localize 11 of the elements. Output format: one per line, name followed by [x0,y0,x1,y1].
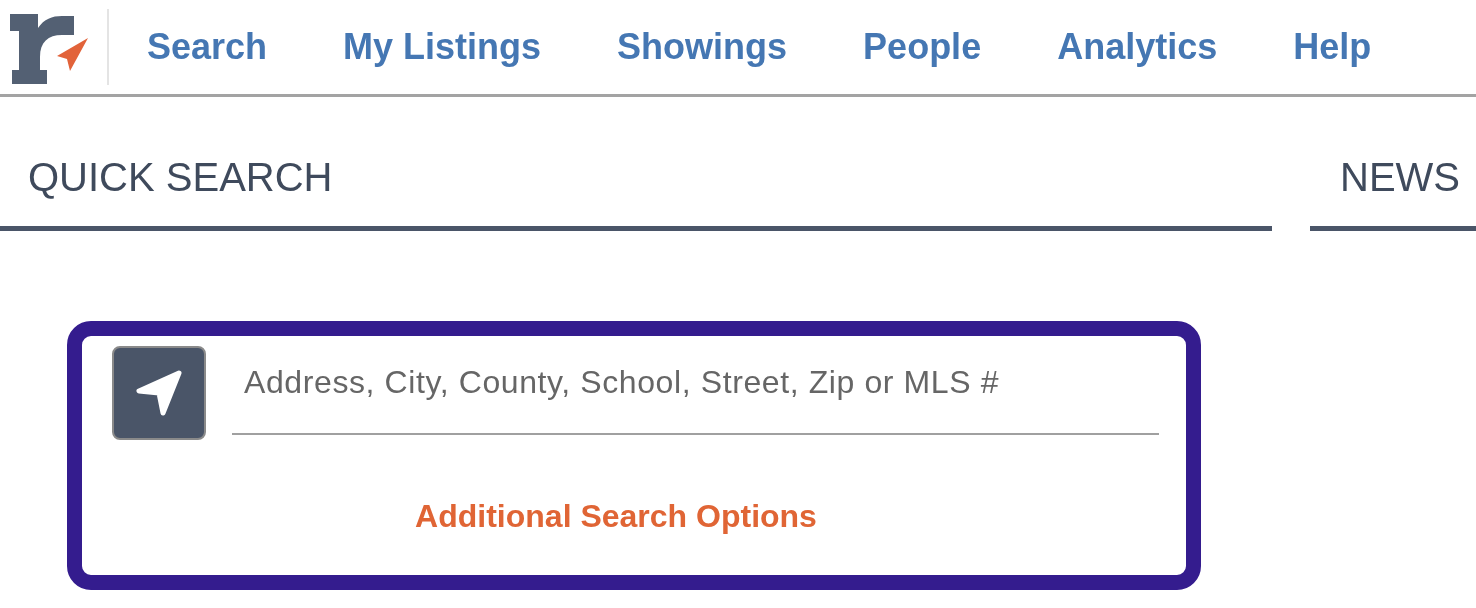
nav-link[interactable]: Showings [617,26,788,68]
search-box[interactable]: Address, City, County, School, Street, Zip or MLS # Additional Search Options [67,321,1201,590]
section-heading: NEWS [1339,154,1460,201]
locate-button[interactable] [112,346,206,440]
nav-link[interactable]: My Listings [343,26,542,68]
additional-options-link[interactable]: Additional Search Options [415,498,817,534]
nav-link[interactable]: Search [147,26,268,68]
nav-link[interactable]: Analytics [1057,26,1218,68]
nav-link[interactable]: People [863,26,982,68]
nav-link[interactable]: Help [1293,26,1372,68]
section-heading: QUICK SEARCH [27,154,333,201]
